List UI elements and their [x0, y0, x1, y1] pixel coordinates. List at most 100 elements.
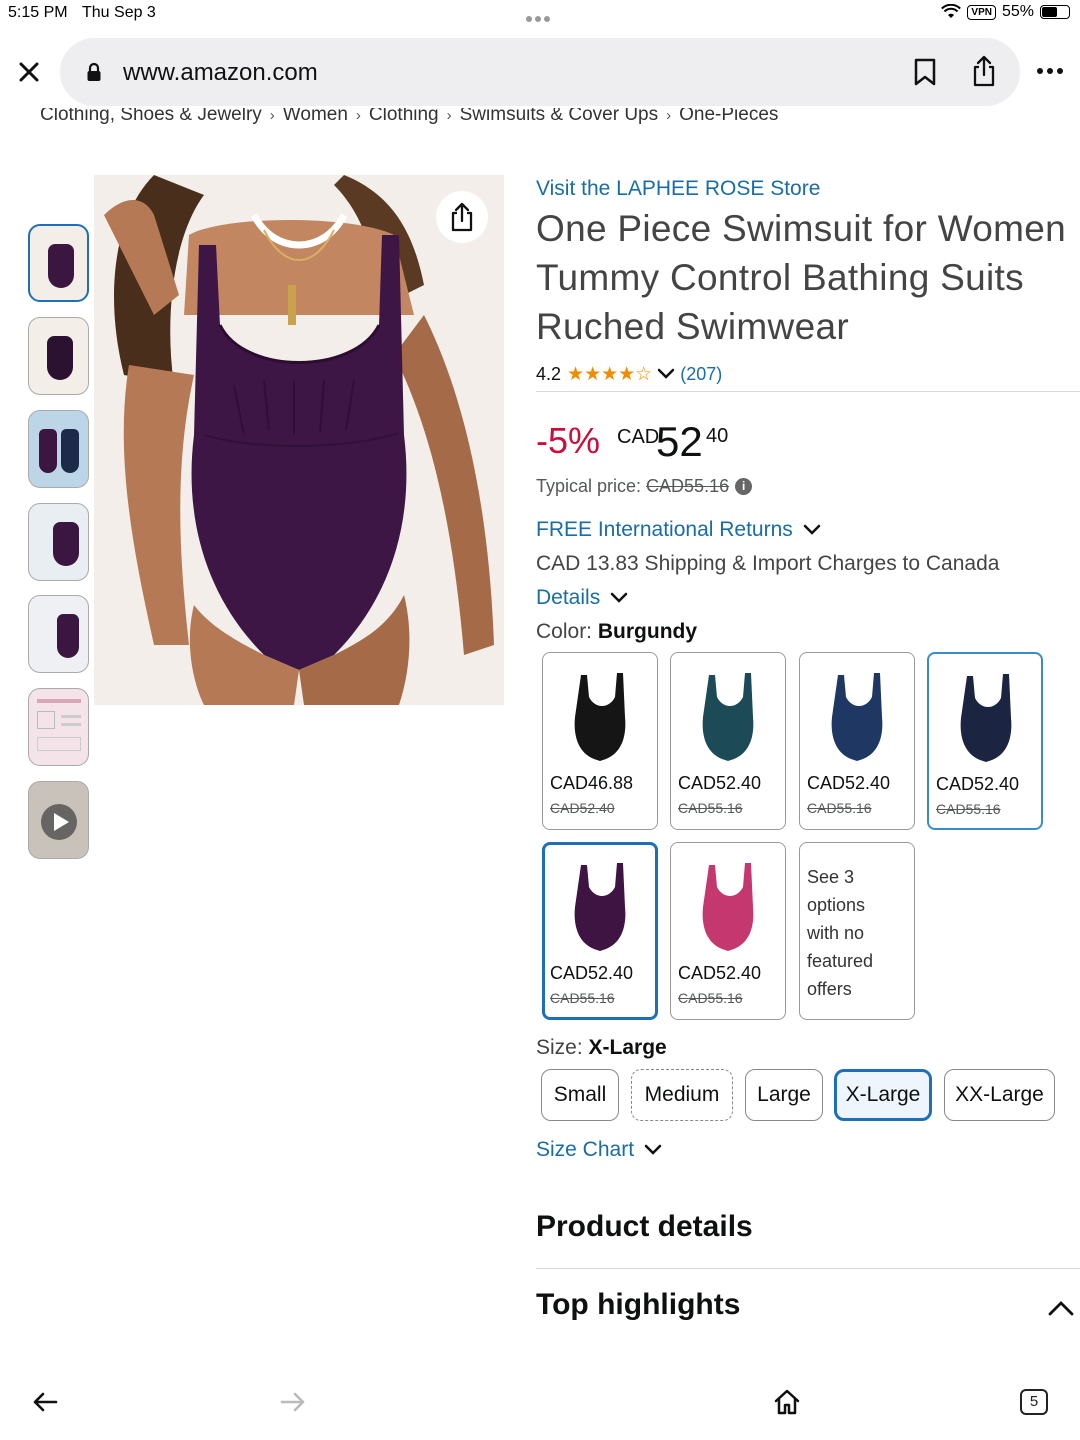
- more-options-icon[interactable]: [1036, 66, 1064, 76]
- size-option-medium[interactable]: Medium: [631, 1069, 733, 1121]
- rating-row[interactable]: 4.2 ★★★★☆ (207): [536, 362, 722, 386]
- more-options-swatch[interactable]: See 3 options with no featured offers: [799, 842, 915, 1020]
- product-title-line-2: Tummy Control Bathing Suits: [536, 257, 1024, 298]
- swatch-price: CAD46.88: [550, 773, 634, 793]
- divider: [536, 1268, 1080, 1269]
- typical-price-value: CAD55.16: [646, 476, 730, 496]
- main-product-image[interactable]: [94, 175, 504, 705]
- chevron-down-icon: [803, 524, 821, 535]
- color-swatch-burgundy[interactable]: CAD52.40 CAD55.16: [542, 842, 658, 1020]
- swatch-image: [574, 673, 626, 761]
- product-details-heading: Product details: [536, 1210, 753, 1243]
- color-swatch-dark-navy[interactable]: CAD52.40 CAD55.16: [927, 652, 1043, 830]
- image-share-button[interactable]: [436, 191, 488, 243]
- more-options-text: See 3 options with no featured offers: [807, 863, 907, 1003]
- product-title-line-1: One Piece Swimsuit for Women: [536, 208, 1067, 249]
- forward-arrow-icon[interactable]: [280, 1391, 306, 1413]
- more-options-line: options: [807, 895, 866, 915]
- size-option-small[interactable]: Small: [541, 1069, 619, 1121]
- breadcrumb-item[interactable]: Women: [283, 108, 348, 125]
- size-label-prefix: Size:: [536, 1036, 583, 1059]
- chevron-up-icon[interactable]: [1048, 1300, 1074, 1316]
- shipping-info: CAD 13.83 Shipping & Import Charges to C…: [536, 552, 1000, 575]
- info-icon[interactable]: i: [735, 478, 753, 495]
- multitasking-dots-icon[interactable]: [526, 9, 554, 22]
- discount-percent: -5%: [536, 420, 601, 461]
- color-swatch-pink[interactable]: CAD52.40 CAD55.16: [670, 842, 786, 1020]
- close-icon[interactable]: [14, 57, 44, 87]
- share-icon[interactable]: [970, 54, 998, 88]
- breadcrumb-item[interactable]: One-Pieces: [679, 108, 778, 125]
- product-title-line-3: Ruched Swimwear: [536, 306, 849, 347]
- chevron-down-icon[interactable]: [656, 367, 676, 381]
- top-highlights-heading[interactable]: Top highlights: [536, 1288, 740, 1322]
- more-options-line: with no: [807, 923, 865, 943]
- size-label: Size: X-Large: [536, 1036, 667, 1060]
- price-whole: 52: [656, 418, 703, 465]
- price-currency: CAD: [617, 426, 660, 448]
- selected-color: Burgundy: [597, 620, 698, 643]
- more-options-line: See 3: [807, 867, 855, 887]
- product-thumbnail[interactable]: [28, 410, 89, 488]
- size-option-xx-large[interactable]: XX-Large: [944, 1069, 1055, 1121]
- status-bar: 5:15 PM Thu Sep 3 VPN 55%: [0, 0, 1080, 28]
- back-arrow-icon[interactable]: [32, 1391, 58, 1413]
- typical-price-row: Typical price: CAD55.16 i: [536, 476, 753, 497]
- shipping-details-link[interactable]: Details: [536, 586, 628, 610]
- share-icon: [451, 202, 473, 232]
- free-returns-link[interactable]: FREE International Returns: [536, 518, 821, 542]
- color-swatch-navy[interactable]: CAD52.40 CAD55.16: [799, 652, 915, 830]
- status-date: Thu Sep 3: [82, 4, 156, 21]
- store-link[interactable]: Visit the LAPHEE ROSE Store: [536, 177, 820, 201]
- home-icon[interactable]: [773, 1388, 801, 1416]
- swatch-price: CAD52.40: [678, 963, 762, 983]
- swatch-price: CAD52.40: [936, 774, 1020, 794]
- battery-icon: [1040, 5, 1070, 19]
- swatch-price: CAD52.40: [807, 773, 891, 793]
- breadcrumb: Clothing, Shoes & Jewelry › Women › Clothing…: [40, 108, 778, 130]
- swatch-old-price: CAD55.16: [678, 800, 743, 816]
- size-chart-label: Size Chart: [536, 1138, 635, 1161]
- selected-size: X-Large: [588, 1036, 667, 1059]
- video-thumbnail[interactable]: [28, 781, 89, 859]
- breadcrumb-separator: ›: [355, 108, 361, 124]
- price-fraction: 40: [706, 425, 729, 447]
- swimsuit-model-image: [94, 175, 504, 705]
- wifi-icon: [941, 4, 962, 18]
- color-label: Color: Burgundy: [536, 620, 697, 644]
- size-chart-link[interactable]: Size Chart: [536, 1138, 662, 1162]
- product-thumbnail[interactable]: [28, 503, 89, 581]
- product-thumbnail[interactable]: [28, 595, 89, 673]
- swatch-price: CAD52.40: [678, 773, 762, 793]
- breadcrumb-separator: ›: [269, 108, 275, 124]
- tabs-icon[interactable]: 5: [1020, 1389, 1048, 1415]
- url-text[interactable]: www.amazon.com: [123, 59, 318, 87]
- size-guide-thumbnail[interactable]: [28, 688, 89, 766]
- swatch-price: CAD52.40: [550, 963, 634, 983]
- breadcrumb-item[interactable]: Clothing, Shoes & Jewelry: [40, 108, 262, 125]
- typical-price-label: Typical price:: [536, 476, 642, 496]
- size-option-large[interactable]: Large: [745, 1069, 823, 1121]
- size-option-x-large[interactable]: X-Large: [834, 1069, 932, 1121]
- review-count-link[interactable]: (207): [680, 364, 722, 385]
- swatch-image: [702, 863, 754, 951]
- breadcrumb-item[interactable]: Swimsuits & Cover Ups: [460, 108, 659, 125]
- more-options-line: featured: [807, 951, 874, 971]
- color-swatch-teal[interactable]: CAD52.40 CAD55.16: [670, 652, 786, 830]
- chevron-down-icon: [644, 1144, 662, 1155]
- swatch-image: [702, 673, 754, 761]
- battery-percent: 55%: [1001, 3, 1034, 20]
- status-indicators: VPN 55%: [941, 3, 1070, 21]
- address-bar[interactable]: www.amazon.com: [60, 38, 1020, 106]
- bookmark-icon[interactable]: [913, 58, 937, 86]
- color-swatch-black[interactable]: CAD46.88 CAD52.40: [542, 652, 658, 830]
- details-label: Details: [536, 586, 601, 609]
- product-thumbnail[interactable]: [28, 224, 89, 302]
- rating-value: 4.2: [536, 363, 562, 384]
- vpn-badge: VPN: [967, 4, 996, 20]
- swatch-old-price: CAD55.16: [678, 990, 743, 1006]
- swatch-image: [574, 863, 626, 951]
- breadcrumb-item[interactable]: Clothing: [369, 108, 439, 125]
- product-thumbnail[interactable]: [28, 317, 89, 395]
- swatch-old-price: CAD55.16: [550, 990, 615, 1006]
